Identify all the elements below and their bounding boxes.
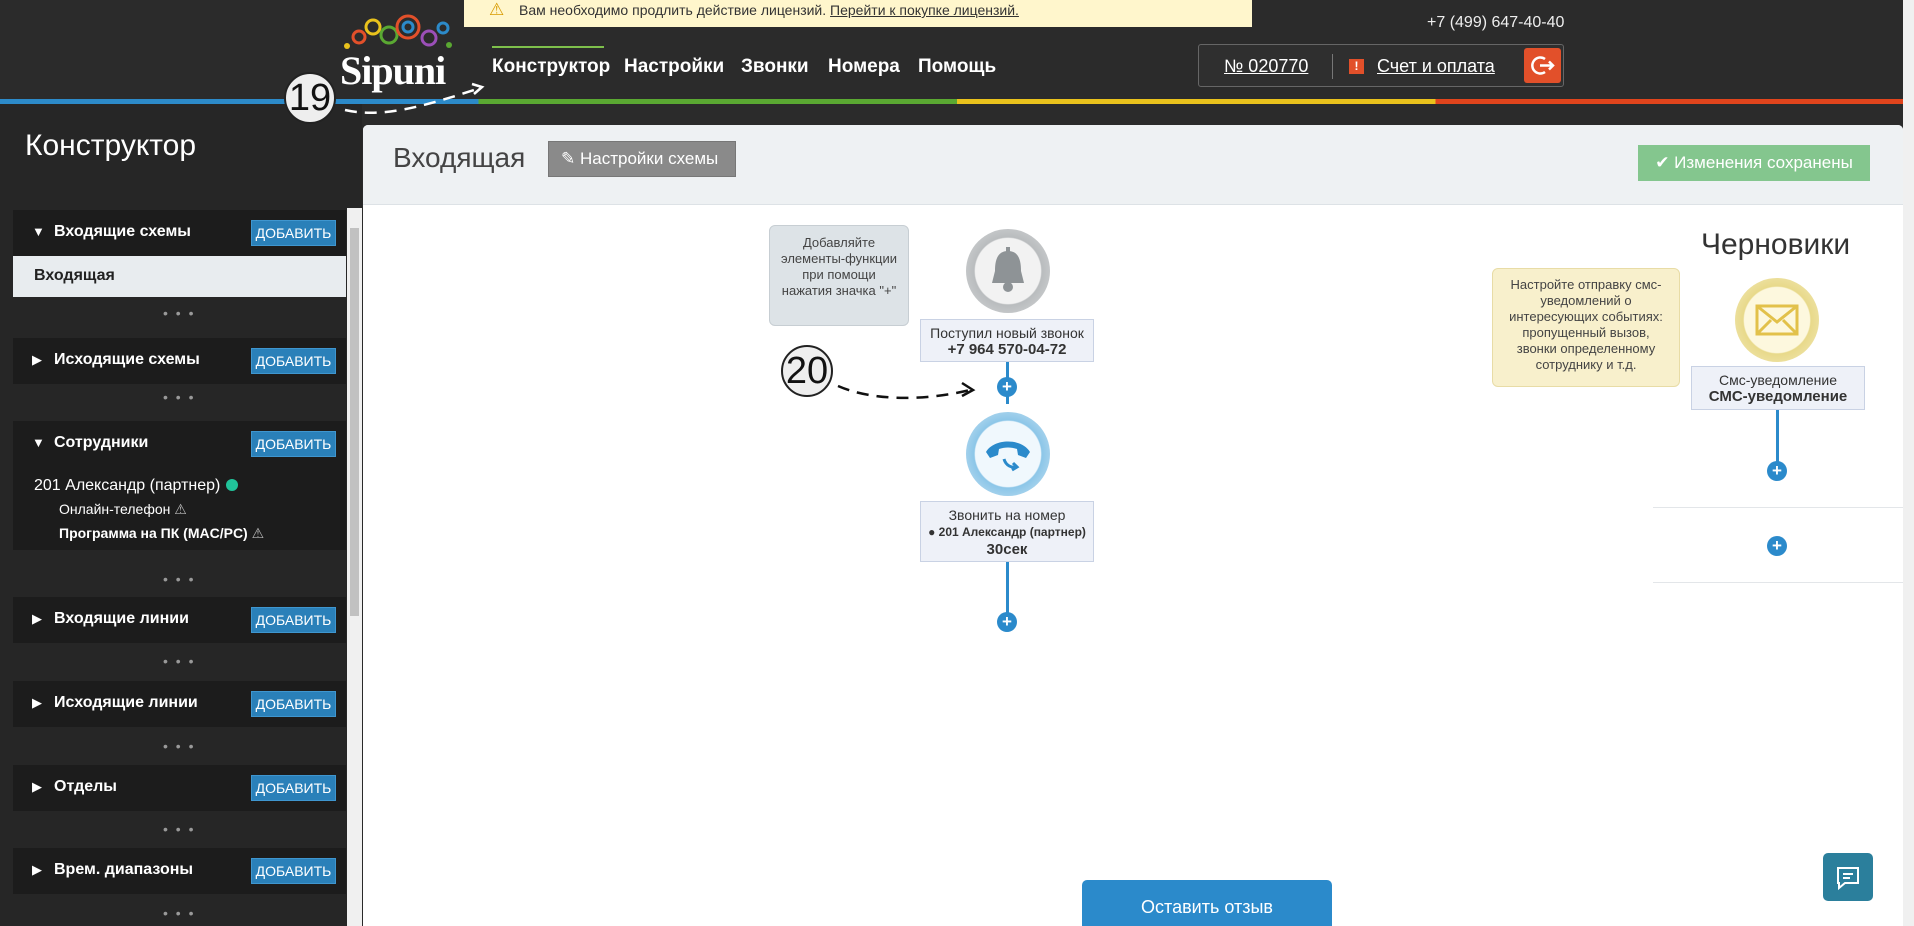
annotation-arrows <box>344 82 976 400</box>
step-marker-20: 20 <box>781 345 833 397</box>
page-scrollbar[interactable] <box>1903 0 1914 926</box>
step-marker-19: 19 <box>284 72 336 124</box>
